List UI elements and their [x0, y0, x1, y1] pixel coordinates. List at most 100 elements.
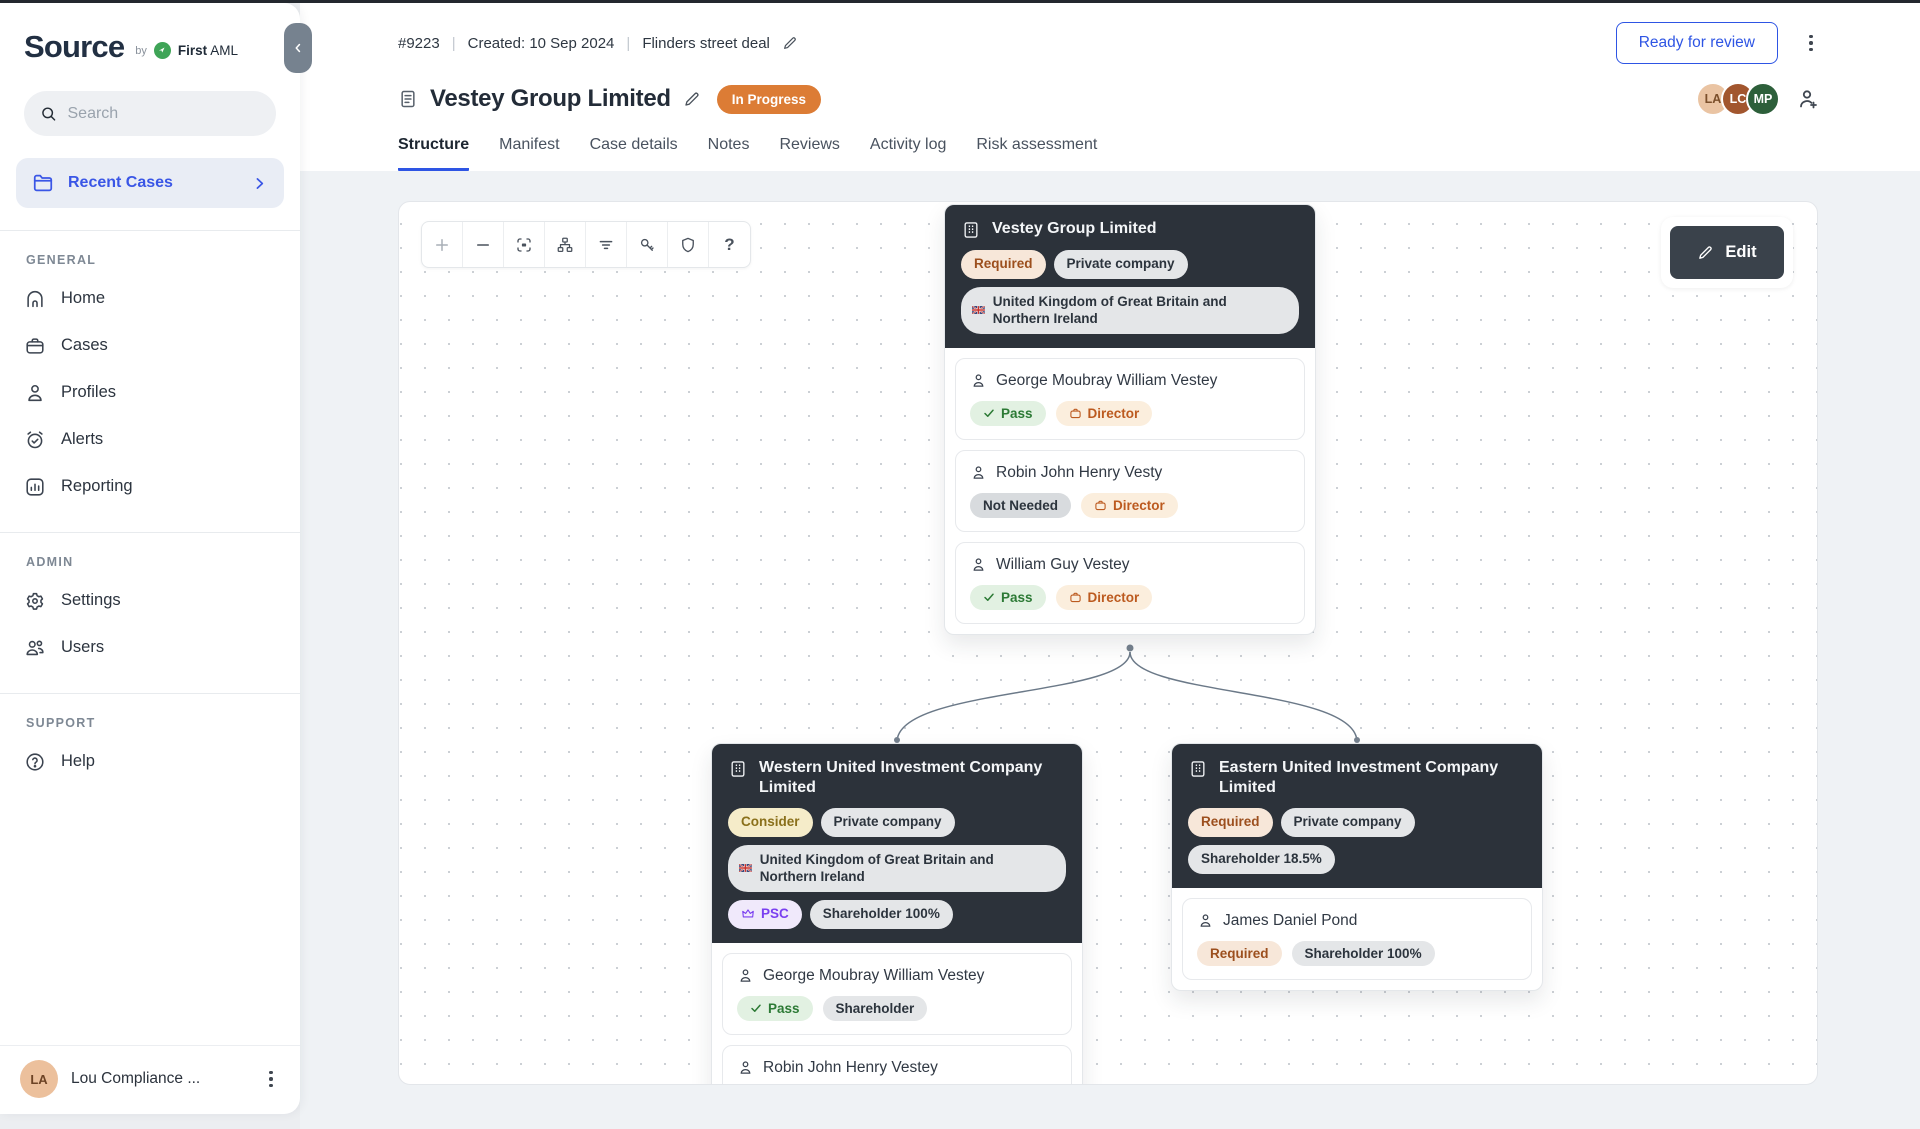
- tab-structure[interactable]: Structure: [398, 136, 469, 171]
- person-icon: [970, 556, 987, 573]
- sidebar-item-label: Users: [61, 638, 104, 657]
- sidebar-item-label: Profiles: [61, 383, 116, 402]
- entity-header[interactable]: Eastern United Investment Company Limite…: [1172, 744, 1542, 888]
- tab-notes[interactable]: Notes: [708, 136, 750, 171]
- person-icon: [24, 382, 46, 404]
- tab-activity-log[interactable]: Activity log: [870, 136, 946, 171]
- search-input[interactable]: [68, 105, 261, 123]
- role-pill: Shareholder: [823, 996, 928, 1021]
- user-name: Lou Compliance ...: [71, 1070, 249, 1088]
- sidebar-item-label: Alerts: [61, 430, 103, 449]
- gear-icon: [24, 590, 46, 612]
- zoom-in-button[interactable]: [422, 222, 463, 267]
- brand-name: Source: [24, 29, 124, 65]
- person-name: George Moubray William Vestey: [763, 967, 984, 985]
- firstaml-logo-icon: [154, 42, 171, 59]
- psc-badge: PSC: [728, 900, 802, 929]
- chevron-left-icon: [291, 41, 305, 55]
- sidebar-item-users[interactable]: Users: [0, 624, 300, 671]
- status-badge: In Progress: [717, 85, 821, 114]
- briefcase-icon: [1069, 407, 1082, 420]
- check-icon: [983, 407, 995, 419]
- person-card[interactable]: Robin John Henry Vestey: [722, 1045, 1072, 1085]
- user-menu-kebab-icon[interactable]: [262, 1068, 280, 1090]
- entity-node-eastern-united[interactable]: Eastern United Investment Company Limite…: [1171, 743, 1543, 991]
- tab-reviews[interactable]: Reviews: [779, 136, 839, 171]
- briefcase-icon: [24, 335, 46, 357]
- tab-risk-assessment[interactable]: Risk assessment: [976, 136, 1097, 171]
- person-card[interactable]: Robin John Henry Vesty Not Needed Direct…: [955, 450, 1305, 532]
- entity-node-vestey-group[interactable]: Vestey Group Limited Required Private co…: [944, 204, 1316, 635]
- sidebar-item-home[interactable]: Home: [0, 275, 300, 322]
- shield-button[interactable]: [668, 222, 709, 267]
- search-box[interactable]: [24, 91, 276, 136]
- sidebar-item-settings[interactable]: Settings: [0, 577, 300, 624]
- role-pill: Director: [1081, 493, 1178, 518]
- role-pill: Shareholder 100%: [1292, 941, 1435, 966]
- sidebar: Source by First AML Recent Cases GENERAL…: [0, 3, 300, 1114]
- status-pill: Pass: [970, 585, 1046, 610]
- current-user[interactable]: LA Lou Compliance ...: [0, 1045, 300, 1114]
- graph-toolbar: ?: [421, 221, 751, 268]
- person-icon: [970, 464, 987, 481]
- ready-for-review-button[interactable]: Ready for review: [1616, 22, 1778, 64]
- edit-button[interactable]: Edit: [1670, 226, 1784, 279]
- question-icon: ?: [724, 235, 734, 255]
- add-user-icon[interactable]: [1796, 87, 1820, 111]
- avatar: LA: [20, 1060, 58, 1098]
- help-button[interactable]: ?: [709, 222, 750, 267]
- edit-panel: Edit: [1661, 217, 1793, 288]
- case-menu-kebab-icon[interactable]: [1802, 32, 1820, 54]
- folder-icon: [32, 172, 54, 194]
- sidebar-item-alerts[interactable]: Alerts: [0, 416, 300, 463]
- sidebar-item-profiles[interactable]: Profiles: [0, 369, 300, 416]
- entity-header[interactable]: Vestey Group Limited Required Private co…: [945, 205, 1315, 348]
- uk-flag-icon: [739, 863, 752, 873]
- person-card[interactable]: James Daniel Pond Required Shareholder 1…: [1182, 898, 1532, 980]
- status-pill: Required: [1197, 941, 1282, 966]
- building-icon: [728, 759, 748, 779]
- entity-header[interactable]: Western United Investment Company Limite…: [712, 744, 1082, 943]
- shareholding-badge: Shareholder 100%: [810, 900, 953, 929]
- edit-deal-pencil-icon[interactable]: [782, 35, 798, 51]
- section-label: GENERAL: [26, 253, 300, 267]
- person-icon: [970, 372, 987, 389]
- sidebar-section-general: GENERAL Home Cases Profiles Alerts Repor…: [0, 231, 300, 510]
- person-card[interactable]: George Moubray William Vestey Pass Direc…: [955, 358, 1305, 440]
- sidebar-item-help[interactable]: Help: [0, 738, 300, 785]
- briefcase-icon: [1094, 499, 1107, 512]
- verification-badge: Required: [1188, 808, 1273, 837]
- person-name: Robin John Henry Vestey: [763, 1059, 938, 1077]
- hierarchy-layout-button[interactable]: [545, 222, 586, 267]
- tab-manifest[interactable]: Manifest: [499, 136, 559, 171]
- case-tabs: Structure Manifest Case details Notes Re…: [398, 136, 1820, 171]
- document-icon: [398, 89, 418, 109]
- structure-content: ? Edit Vestey Group Limited R: [300, 171, 1920, 1129]
- sidebar-collapse-button[interactable]: [284, 23, 312, 73]
- sidebar-item-recent-cases[interactable]: Recent Cases: [16, 158, 284, 208]
- zoom-out-button[interactable]: [463, 222, 504, 267]
- person-card[interactable]: George Moubray William Vestey Pass Share…: [722, 953, 1072, 1035]
- person-name: William Guy Vestey: [996, 556, 1130, 574]
- edit-title-pencil-icon[interactable]: [683, 90, 701, 108]
- sidebar-item-cases[interactable]: Cases: [0, 322, 300, 369]
- tab-case-details[interactable]: Case details: [590, 136, 678, 171]
- person-card[interactable]: William Guy Vestey Pass Director: [955, 542, 1305, 624]
- sidebar-item-label: Recent Cases: [68, 174, 237, 192]
- fit-view-button[interactable]: [504, 222, 545, 267]
- entity-type-badge: Private company: [821, 808, 955, 837]
- case-created: Created: 10 Sep 2024: [468, 35, 615, 52]
- sidebar-item-label: Cases: [61, 336, 108, 355]
- verification-badge: Consider: [728, 808, 813, 837]
- filter-button[interactable]: [586, 222, 627, 267]
- sidebar-item-reporting[interactable]: Reporting: [0, 463, 300, 510]
- role-pill: Director: [1056, 401, 1153, 426]
- alarm-icon: [24, 429, 46, 451]
- key-button[interactable]: [627, 222, 668, 267]
- building-icon: [961, 220, 981, 240]
- chart-icon: [24, 476, 46, 498]
- entity-node-western-united[interactable]: Western United Investment Company Limite…: [711, 743, 1083, 1085]
- case-id: #9223: [398, 35, 440, 52]
- structure-canvas[interactable]: ? Edit Vestey Group Limited R: [398, 201, 1818, 1085]
- logo: Source by First AML: [0, 3, 300, 65]
